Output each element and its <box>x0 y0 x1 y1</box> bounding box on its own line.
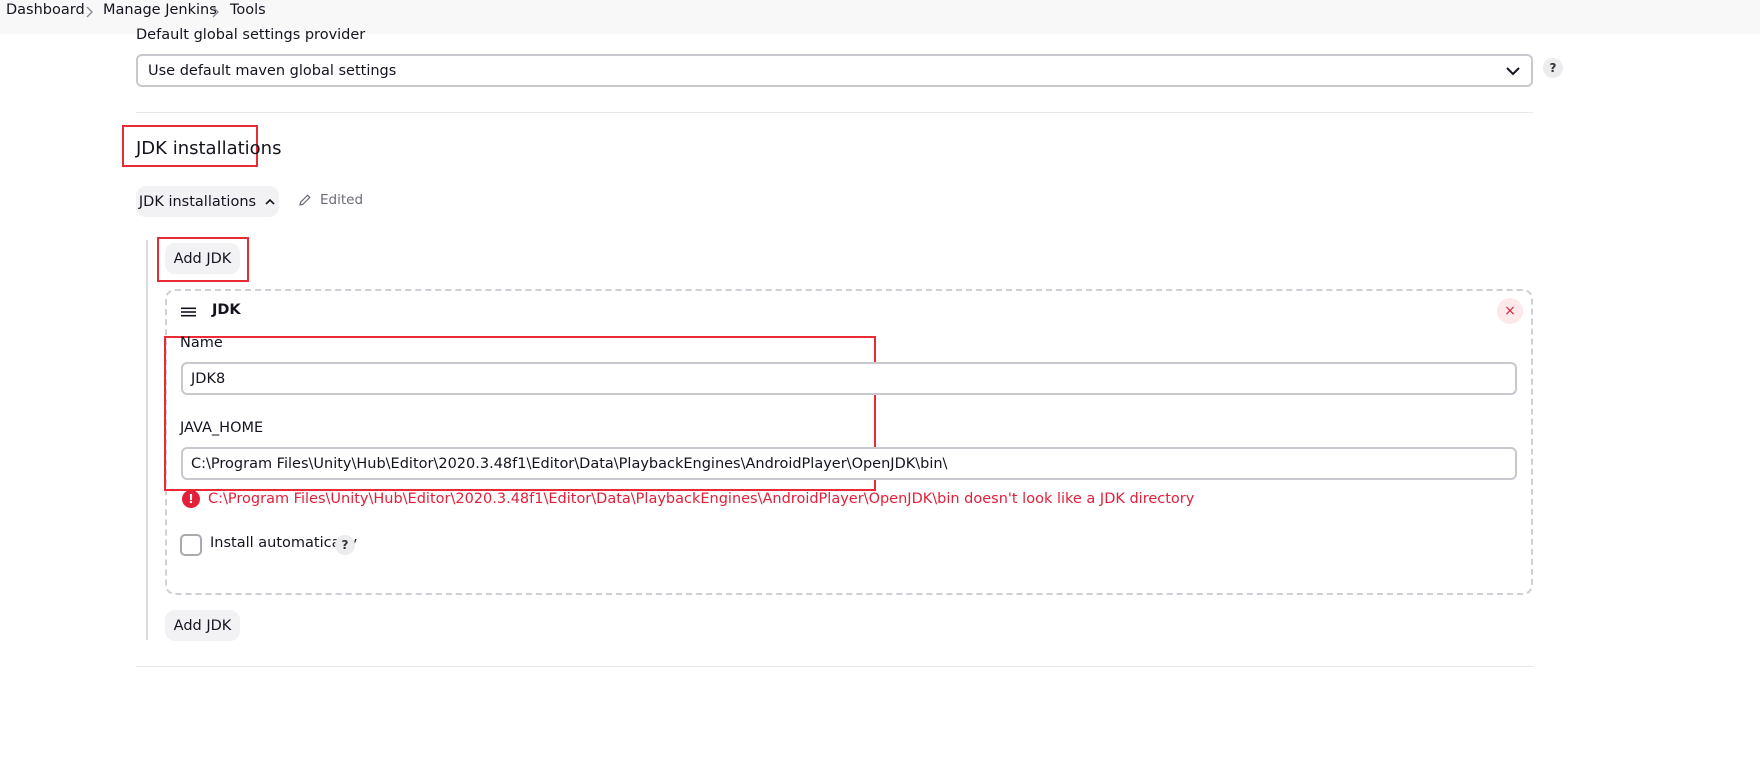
chevron-down-icon <box>1506 66 1520 75</box>
section-divider <box>136 112 1533 113</box>
repeatable-guide-line <box>146 240 148 640</box>
jdk-installations-toggle[interactable]: JDK installations <box>136 186 279 217</box>
chevron-right-icon <box>210 5 220 19</box>
jdk-installations-toggle-label: JDK installations <box>138 193 257 210</box>
breadcrumb-tools[interactable]: Tools <box>230 2 266 18</box>
drag-handle-icon[interactable] <box>181 306 196 318</box>
global-settings-label: Default global settings provider <box>136 27 366 43</box>
edited-label: Edited <box>320 192 364 208</box>
java-home-error: ! C:\Program Files\Unity\Hub\Editor\2020… <box>182 490 1194 508</box>
error-icon: ! <box>182 490 200 508</box>
global-settings-value: Use default maven global settings <box>148 62 397 79</box>
jdk-section-title: JDK installations <box>136 138 282 159</box>
global-settings-help-icon[interactable]: ? <box>1543 58 1563 78</box>
jdk-card-title: JDK <box>212 302 241 318</box>
close-icon[interactable]: × <box>1497 298 1523 324</box>
jdk-name-input[interactable]: JDK8 <box>181 362 1517 395</box>
edited-indicator: Edited <box>298 192 363 208</box>
breadcrumb-manage-jenkins[interactable]: Manage Jenkins <box>103 2 217 18</box>
install-automatically-help-icon[interactable]: ? <box>335 535 355 555</box>
chevron-up-icon <box>265 198 275 205</box>
add-jdk-button-bottom[interactable]: Add JDK <box>165 610 240 641</box>
java-home-error-message: C:\Program Files\Unity\Hub\Editor\2020.3… <box>208 491 1195 507</box>
jdk-name-label: Name <box>180 335 223 351</box>
breadcrumb-dashboard[interactable]: Dashboard <box>6 2 85 18</box>
install-automatically-checkbox[interactable] <box>180 534 202 556</box>
global-settings-select[interactable]: Use default maven global settings <box>136 54 1533 87</box>
chevron-right-icon <box>84 5 94 19</box>
pencil-icon <box>299 194 311 206</box>
section-divider-bottom <box>136 666 1533 667</box>
java-home-label: JAVA_HOME <box>180 420 264 436</box>
add-jdk-button-top[interactable]: Add JDK <box>165 243 240 274</box>
java-home-input[interactable]: C:\Program Files\Unity\Hub\Editor\2020.3… <box>181 447 1517 480</box>
